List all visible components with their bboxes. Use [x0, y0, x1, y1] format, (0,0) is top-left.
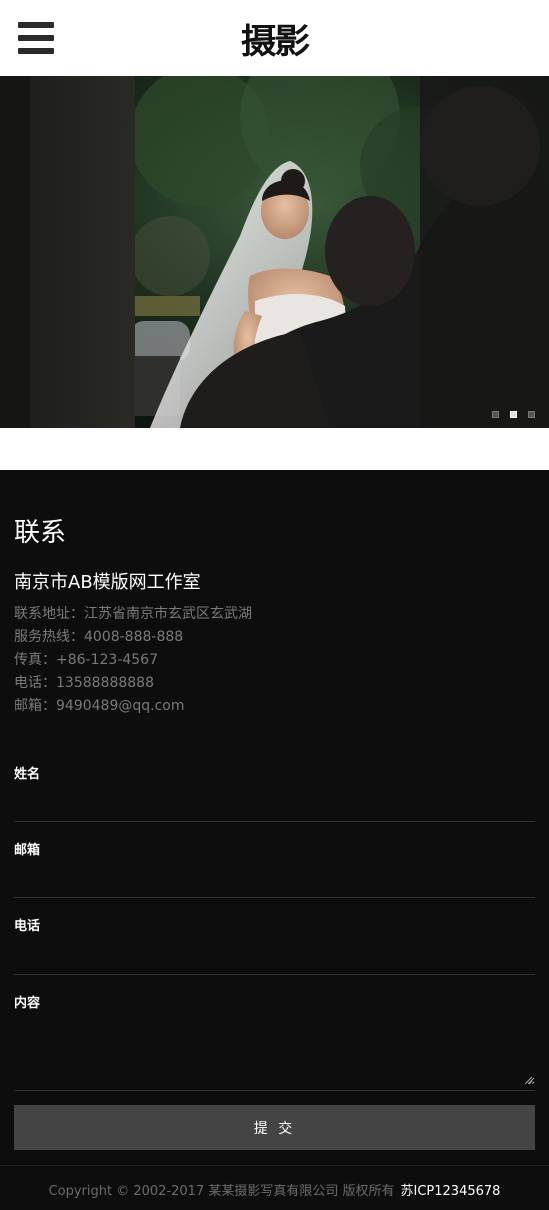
- contact-hotline: 服务热线：4008-888-888: [14, 629, 184, 645]
- contact-section: 联系 南京市AB模版网工作室 联系地址：江苏省南京市玄武区玄武湖 服务热线：40…: [0, 470, 549, 1210]
- email-field-underline: [14, 897, 535, 898]
- content-field-label: 内容: [14, 996, 41, 1011]
- carousel-dot-1[interactable]: [492, 411, 499, 418]
- contact-phone: 电话：13588888888: [14, 675, 154, 691]
- phone-input[interactable]: [14, 941, 535, 971]
- phone-field-label: 电话: [14, 919, 41, 934]
- name-input[interactable]: [14, 788, 535, 818]
- contact-title: 联系: [14, 518, 67, 548]
- hero-banner[interactable]: [0, 76, 549, 428]
- footer-icp-link[interactable]: 苏ICP12345678: [401, 1184, 501, 1199]
- name-field-underline: [14, 821, 535, 822]
- phone-field-underline: [14, 974, 535, 975]
- company-name: 南京市AB模版网工作室: [14, 572, 201, 593]
- banner-image: [0, 76, 549, 428]
- section-spacer: [0, 428, 549, 470]
- name-field-label: 姓名: [14, 767, 41, 782]
- contact-address: 联系地址：江苏省南京市玄武区玄武湖: [14, 606, 252, 622]
- email-field-label: 邮箱: [14, 843, 41, 858]
- site-header: 摄影: [0, 0, 549, 76]
- submit-button[interactable]: 提 交: [14, 1105, 535, 1150]
- email-input[interactable]: [14, 864, 535, 894]
- content-textarea[interactable]: [14, 1015, 535, 1085]
- footer-divider: [0, 1165, 549, 1166]
- content-field-underline: [14, 1090, 535, 1091]
- site-logo[interactable]: 摄影: [0, 14, 549, 63]
- resize-grip-icon[interactable]: [523, 1075, 533, 1085]
- contact-info: 联系地址：江苏省南京市玄武区玄武湖 服务热线：4008-888-888 传真：+…: [14, 603, 252, 718]
- contact-fax: 传真：+86-123-4567: [14, 652, 158, 668]
- carousel-dots: [492, 411, 535, 418]
- footer-copyright: Copyright © 2002-2017 某某摄影写真有限公司 版权所有: [48, 1184, 395, 1199]
- contact-email: 邮箱：9490489@qq.com: [14, 698, 185, 714]
- carousel-dot-3[interactable]: [528, 411, 535, 418]
- site-footer: Copyright © 2002-2017 某某摄影写真有限公司 版权所有 苏IC…: [0, 1180, 549, 1199]
- carousel-dot-2[interactable]: [510, 411, 517, 418]
